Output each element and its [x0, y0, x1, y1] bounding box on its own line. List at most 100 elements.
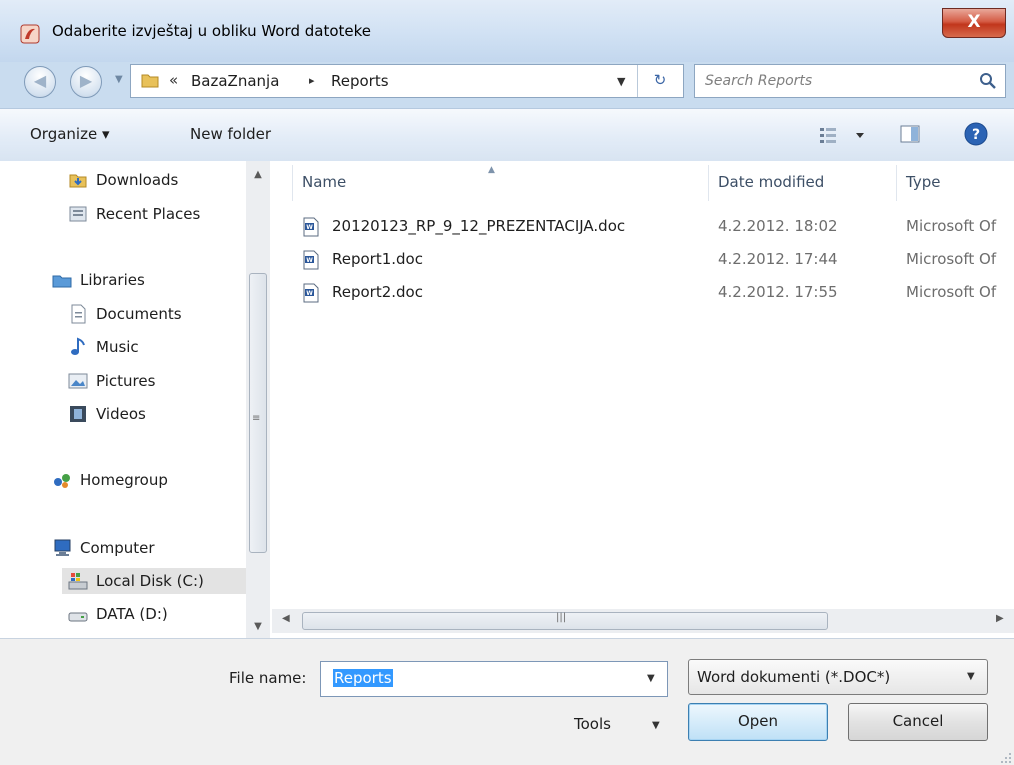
navigation-pane: Downloads Recent Places Libraries Docume… — [0, 161, 273, 638]
sidebar-item-label: DATA (D:) — [96, 605, 168, 623]
sidebar-item-label: Computer — [80, 539, 155, 557]
file-list: Name ▲ Date modified Type W 20120123_RP_… — [272, 161, 1014, 638]
sidebar-item-label: Homegroup — [80, 471, 168, 489]
close-icon: X — [967, 12, 981, 32]
close-button[interactable]: X — [942, 8, 1006, 38]
sort-ascending-icon: ▲ — [488, 165, 495, 175]
file-row[interactable]: W 20120123_RP_9_12_PREZENTACIJA.doc 4.2.… — [302, 215, 1014, 241]
downloads-icon — [69, 174, 87, 188]
organize-button[interactable]: Organize ▾ — [30, 125, 110, 143]
svg-text:W: W — [306, 290, 313, 297]
help-icon[interactable]: ? — [964, 122, 988, 146]
file-name: Report1.doc — [332, 250, 423, 268]
scroll-right-icon[interactable]: ▶ — [996, 613, 1004, 624]
scroll-grip-icon: ||| — [556, 612, 567, 623]
file-date: 4.2.2012. 17:44 — [718, 250, 838, 268]
file-list-scrollbar[interactable]: ◀ ||| ▶ — [272, 609, 1014, 633]
homegroup-icon — [54, 474, 70, 488]
address-overflow[interactable]: « — [169, 71, 178, 89]
address-bar[interactable]: « BazaZnanja ▸ Reports ▼ ↻ — [130, 64, 684, 98]
column-divider[interactable] — [896, 165, 897, 201]
back-arrow-icon: ◀ — [33, 71, 47, 90]
file-type: Microsoft Of — [906, 250, 997, 268]
sidebar-item-documents[interactable]: Documents — [68, 301, 182, 327]
resize-grip-icon[interactable] — [998, 752, 1012, 764]
refresh-icon: ↻ — [653, 71, 667, 89]
sidebar-item-label: Pictures — [96, 372, 156, 390]
breadcrumb-reports[interactable]: Reports — [331, 72, 389, 90]
file-row[interactable]: W Report2.doc 4.2.2012. 17:55 Microsoft … — [302, 281, 1014, 307]
tools-dropdown-icon[interactable]: ▼ — [652, 720, 660, 731]
sidebar-item-downloads[interactable]: Downloads — [68, 167, 178, 193]
pictures-icon — [68, 373, 88, 389]
open-file-dialog: Odaberite izvještaj u obliku Word datote… — [0, 0, 1014, 765]
change-view-icon[interactable] — [818, 125, 878, 145]
sidebar-item-pictures[interactable]: Pictures — [68, 368, 155, 394]
svg-text:W: W — [306, 224, 313, 231]
scroll-down-icon[interactable]: ▼ — [246, 621, 270, 632]
sidebar-item-music[interactable]: Music — [68, 334, 139, 360]
breadcrumb-bazaznanja[interactable]: BazaZnanja — [191, 72, 279, 90]
scroll-up-icon[interactable]: ▲ — [246, 169, 270, 180]
recent-pages-dropdown[interactable]: ▼ — [115, 74, 123, 85]
svg-text:W: W — [306, 257, 313, 264]
back-button[interactable]: ◀ — [24, 66, 56, 98]
sidebar-item-videos[interactable]: Videos — [68, 401, 146, 427]
search-icon[interactable] — [979, 72, 997, 90]
local-disk-icon — [68, 573, 88, 590]
sidebar-item-homegroup[interactable]: Homegroup — [52, 467, 168, 493]
refresh-button[interactable]: ↻ — [637, 65, 682, 97]
scroll-grip-icon: ≡ — [252, 413, 261, 424]
chevron-down-icon: ▼ — [967, 671, 975, 682]
column-divider — [292, 165, 293, 201]
preview-pane-icon[interactable] — [900, 125, 920, 143]
sidebar-item-label: Recent Places — [96, 205, 201, 223]
app-icon — [20, 24, 40, 44]
folder-icon — [141, 74, 159, 88]
cancel-button[interactable]: Cancel — [848, 703, 988, 741]
file-type-filter-select[interactable]: Word dokumenti (*.DOC*) ▼ — [688, 659, 988, 695]
title-bar: Odaberite izvještaj u obliku Word datote… — [0, 0, 1014, 62]
sidebar-item-recent-places[interactable]: Recent Places — [68, 201, 200, 227]
word-document-icon: W — [303, 250, 319, 270]
address-dropdown-icon[interactable]: ▼ — [617, 75, 625, 88]
column-divider[interactable] — [708, 165, 709, 201]
main-area: Downloads Recent Places Libraries Docume… — [0, 161, 1014, 638]
file-type: Microsoft Of — [906, 217, 997, 235]
window-title: Odaberite izvještaj u obliku Word datote… — [52, 22, 372, 40]
column-header-date-modified[interactable]: Date modified — [718, 173, 824, 191]
sidebar-item-libraries[interactable]: Libraries — [52, 267, 145, 293]
new-folder-button[interactable]: New folder — [190, 125, 271, 143]
scroll-left-icon[interactable]: ◀ — [282, 613, 290, 624]
data-drive-icon — [68, 612, 88, 622]
file-name-dropdown-icon[interactable]: ▼ — [647, 673, 655, 684]
sidebar-item-label: Videos — [96, 405, 146, 423]
sidebar-item-data-d[interactable]: DATA (D:) — [68, 601, 168, 627]
forward-button[interactable]: ▶ — [70, 66, 102, 98]
file-date: 4.2.2012. 18:02 — [718, 217, 838, 235]
open-button[interactable]: Open — [688, 703, 828, 741]
file-name-label: File name: — [229, 669, 307, 687]
search-input[interactable]: Search Reports — [694, 64, 1006, 98]
file-name-value[interactable]: Reports — [333, 669, 393, 687]
dialog-footer: File name: Reports ▼ Word dokumenti (*.D… — [0, 638, 1014, 765]
file-row[interactable]: W Report1.doc 4.2.2012. 17:44 Microsoft … — [302, 248, 1014, 274]
file-type-filter-value: Word dokumenti (*.DOC*) — [697, 668, 891, 686]
music-icon — [71, 337, 85, 355]
recent-places-icon — [69, 206, 87, 222]
sidebar-item-local-disk-c[interactable]: Local Disk (C:) — [62, 568, 252, 594]
file-name-input[interactable]: Reports ▼ — [320, 661, 668, 697]
sidebar-item-label: Music — [96, 338, 139, 356]
word-document-icon: W — [303, 217, 319, 237]
libraries-icon — [52, 275, 72, 288]
file-name: 20120123_RP_9_12_PREZENTACIJA.doc — [332, 217, 626, 235]
column-header-name[interactable]: Name — [302, 173, 346, 191]
sidebar-item-computer[interactable]: Computer — [52, 535, 155, 561]
breadcrumb-separator-icon[interactable]: ▸ — [309, 74, 315, 87]
navigation-scrollbar[interactable]: ▲ ≡ ▼ — [246, 161, 270, 638]
sidebar-item-label: Libraries — [80, 271, 145, 289]
tools-button[interactable]: Tools — [574, 715, 611, 733]
command-toolbar: Organize ▾ New folder ? — [0, 108, 1014, 162]
documents-icon — [71, 304, 86, 324]
column-header-type[interactable]: Type — [906, 173, 940, 191]
